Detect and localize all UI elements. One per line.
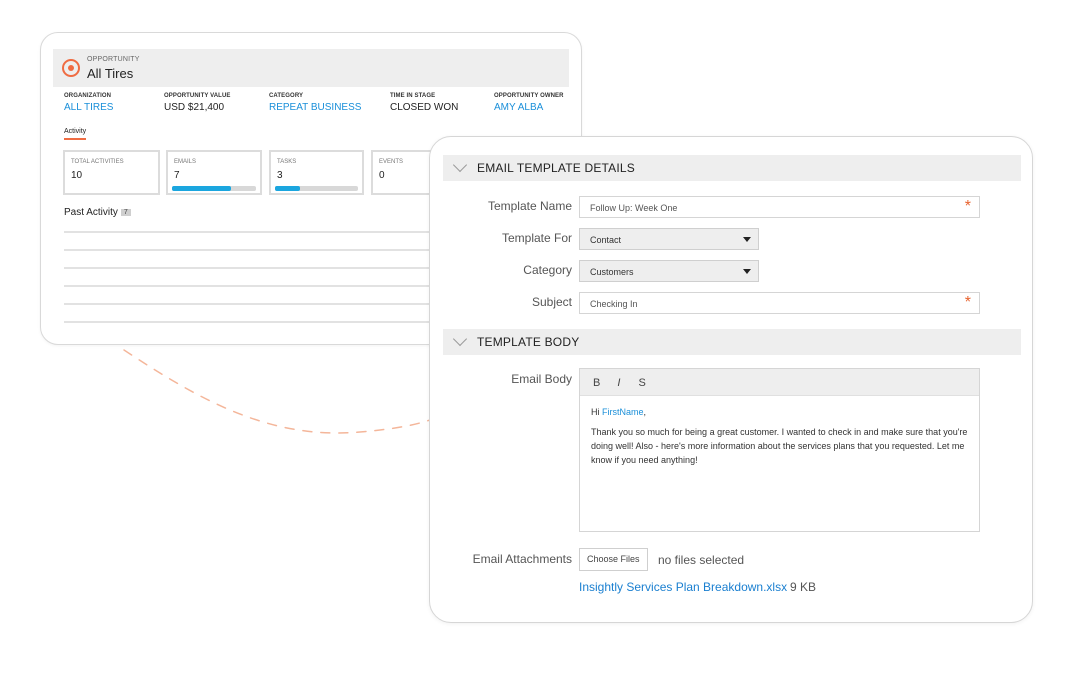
stat-total-activities[interactable]: TOTAL ACTIVITIES 10 xyxy=(63,150,160,195)
subject-label: Subject xyxy=(531,295,572,309)
emails-progress-track xyxy=(172,186,256,191)
greeting-line: Hi FirstName, xyxy=(591,405,971,419)
past-activity-count-badge: 7 xyxy=(120,209,131,216)
field-label: OPPORTUNITY VALUE xyxy=(164,93,231,99)
field-label: OPPORTUNITY OWNER xyxy=(494,93,564,99)
subject-input[interactable]: Checking In * xyxy=(579,292,980,314)
field-opportunity-value: OPPORTUNITY VALUE USD $21,400 xyxy=(164,93,230,113)
template-name-value: Follow Up: Week One xyxy=(590,203,678,213)
target-icon xyxy=(62,59,80,77)
template-for-select[interactable]: Contact xyxy=(579,228,759,250)
field-label: TIME IN STAGE xyxy=(390,93,436,99)
category-link[interactable]: REPEAT BUSINESS xyxy=(269,102,361,113)
field-label: CATEGORY xyxy=(269,93,304,99)
emails-progress-fill xyxy=(172,186,231,191)
stat-label: TOTAL ACTIVITIES xyxy=(71,159,124,165)
stat-label: EMAILS xyxy=(174,159,197,165)
activity-row-divider xyxy=(64,285,464,287)
category-label: Category xyxy=(523,263,572,277)
merge-field-firstname[interactable]: FirstName xyxy=(602,407,644,417)
caret-down-icon xyxy=(743,237,751,242)
template-name-input[interactable]: Follow Up: Week One * xyxy=(579,196,980,218)
activity-row-divider xyxy=(64,231,464,233)
stat-label: EVENTS xyxy=(379,159,404,165)
past-activity-heading: Past Activity 7 xyxy=(64,207,131,218)
chevron-down-icon xyxy=(452,157,468,173)
opportunity-header: OPPORTUNITY All Tires xyxy=(53,49,569,87)
field-value: CLOSED WON xyxy=(390,102,459,113)
past-activity-label: Past Activity xyxy=(64,207,118,218)
strikethrough-button[interactable]: S xyxy=(639,377,646,389)
stat-value: 3 xyxy=(277,170,283,181)
greeting-suffix: , xyxy=(643,407,647,417)
opportunity-kicker: OPPORTUNITY xyxy=(87,56,140,63)
required-asterisk: * xyxy=(964,198,971,215)
stat-tasks[interactable]: TASKS 3 xyxy=(269,150,364,195)
field-category: CATEGORY REPEAT BUSINESS xyxy=(269,93,361,113)
bold-button[interactable]: B xyxy=(593,377,600,389)
activity-row-divider xyxy=(64,321,464,323)
body-paragraph: Thank you so much for being a great cust… xyxy=(591,427,968,465)
greeting: Hi xyxy=(591,407,600,417)
template-details-header[interactable]: EMAIL TEMPLATE DETAILS xyxy=(443,155,1021,181)
email-body-content[interactable]: Hi FirstName, Thank you so much for bein… xyxy=(591,405,971,467)
caret-down-icon xyxy=(743,269,751,274)
template-for-value: Contact xyxy=(590,235,622,245)
stat-value: 10 xyxy=(71,170,83,181)
template-for-label: Template For xyxy=(501,231,572,245)
choose-files-button[interactable]: Choose Files xyxy=(579,548,648,571)
activity-row-divider xyxy=(64,267,464,269)
organization-link[interactable]: ALL TIRES xyxy=(64,102,113,113)
opportunity-fields: ORGANIZATION ALL TIRES OPPORTUNITY VALUE… xyxy=(64,93,580,117)
activity-row-divider xyxy=(64,303,464,305)
attachments-label: Email Attachments xyxy=(472,552,572,566)
section-title: EMAIL TEMPLATE DETAILS xyxy=(477,161,635,175)
tab-activity[interactable]: Activity xyxy=(64,128,87,140)
field-time-in-stage: TIME IN STAGE CLOSED WON xyxy=(390,93,458,113)
stat-label: TASKS xyxy=(277,159,297,165)
field-value: USD $21,400 xyxy=(164,102,225,113)
tasks-progress-track xyxy=(275,186,358,191)
email-body-label: Email Body xyxy=(511,372,572,386)
template-name-label: Template Name xyxy=(487,199,572,213)
field-label: ORGANIZATION xyxy=(64,93,112,99)
category-value: Customers xyxy=(590,267,634,277)
email-body-editor[interactable]: B I S Hi FirstName, Thank you so much fo… xyxy=(579,368,980,532)
stat-emails[interactable]: EMAILS 7 xyxy=(166,150,262,195)
activity-row-divider xyxy=(64,249,464,251)
attachment-link[interactable]: Insightly Services Plan Breakdown.xlsx xyxy=(579,580,787,594)
stat-value: 0 xyxy=(379,170,385,181)
owner-link[interactable]: AMY ALBA xyxy=(494,102,564,113)
field-opportunity-owner: OPPORTUNITY OWNER AMY ALBA xyxy=(494,93,564,113)
editor-toolbar: B I S xyxy=(580,369,979,396)
attachment-size: 9 KB xyxy=(790,580,817,594)
category-select[interactable]: Customers xyxy=(579,260,759,282)
tasks-progress-fill xyxy=(275,186,300,191)
template-body-header[interactable]: TEMPLATE BODY xyxy=(443,329,1021,355)
email-template-card: EMAIL TEMPLATE DETAILS Template Name Fol… xyxy=(429,136,1033,623)
no-files-text: no files selected xyxy=(658,553,745,567)
chevron-down-icon xyxy=(452,331,468,347)
subject-value: Checking In xyxy=(590,299,638,309)
field-organization: ORGANIZATION ALL TIRES xyxy=(64,93,113,113)
required-asterisk: * xyxy=(964,294,971,311)
italic-button[interactable]: I xyxy=(617,377,620,389)
opportunity-title: All Tires xyxy=(87,66,134,81)
stat-value: 7 xyxy=(174,170,180,181)
section-title: TEMPLATE BODY xyxy=(477,335,580,349)
